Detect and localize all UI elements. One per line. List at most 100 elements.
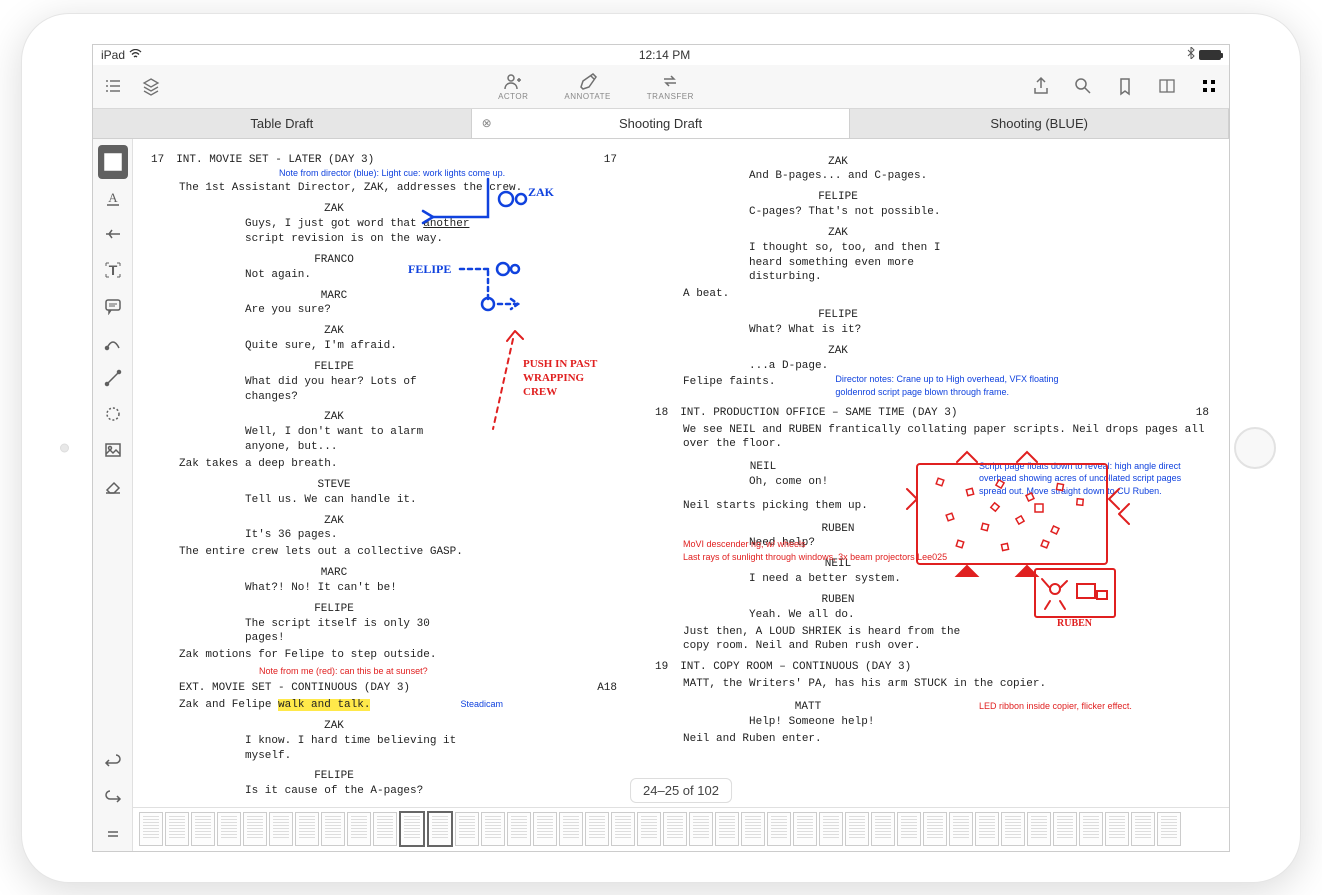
page-thumbnail[interactable] [611, 812, 635, 846]
page-thumbnail[interactable] [321, 812, 345, 846]
menu-lines-icon[interactable] [98, 817, 128, 851]
app-toolbar: ACTOR ANNOTATE TRANSFER [93, 65, 1229, 109]
layers-icon[interactable] [141, 76, 161, 96]
page-thumbnail[interactable] [455, 812, 479, 846]
page-thumbnail[interactable] [217, 812, 241, 846]
tab-table-draft[interactable]: Table Draft [93, 109, 472, 138]
note-tool[interactable] [98, 289, 128, 323]
svg-text:T: T [108, 262, 117, 278]
page-thumbnail[interactable] [1131, 812, 1155, 846]
page-thumbnail[interactable] [741, 812, 765, 846]
page-thumbnail[interactable] [139, 812, 163, 846]
action-line: Neil starts picking them up. [683, 499, 1209, 514]
page-thumbnail[interactable] [1157, 812, 1181, 846]
action-line: Zak motions for Felipe to step outside. [179, 648, 617, 663]
character-cue: FELIPE [179, 602, 489, 617]
character-cue: MARC [179, 289, 489, 304]
transfer-label: TRANSFER [647, 92, 694, 101]
circle-tool[interactable] [98, 397, 128, 431]
page-thumbnail-current[interactable] [427, 811, 453, 847]
thumbnail-strip[interactable] [133, 807, 1229, 851]
close-tab-icon[interactable]: ⊗ [482, 116, 492, 130]
script-pages[interactable]: 17INT. MOVIE SET - LATER (DAY 3)17 Note … [133, 139, 1229, 851]
scene-heading: INT. PRODUCTION OFFICE – SAME TIME (DAY … [680, 407, 957, 419]
tab-shooting-draft[interactable]: ⊗ Shooting Draft [472, 109, 851, 138]
page-thumbnail[interactable] [845, 812, 869, 846]
redo-button[interactable] [98, 781, 128, 815]
page-thumbnail[interactable] [269, 812, 293, 846]
content-area: A A T 17INT. MOVIE SET - LATE [93, 139, 1229, 851]
scene-heading: INT. MOVIE SET - LATER (DAY 3) [176, 154, 374, 166]
dialogue: Is it cause of the A-pages? [245, 784, 475, 799]
search-icon[interactable] [1073, 76, 1093, 96]
action-line: MATT, the Writers' PA, has his arm STUCK… [683, 677, 1209, 692]
outline-icon[interactable] [103, 76, 123, 96]
ipad-home-button[interactable] [1234, 427, 1276, 469]
tech-note: Last rays of sunlight through windows, 3… [683, 551, 947, 563]
transfer-button[interactable]: TRANSFER [647, 72, 694, 101]
page-thumbnail[interactable] [295, 812, 319, 846]
tab-shooting-blue[interactable]: Shooting (BLUE) [850, 109, 1229, 138]
text-tool-filled[interactable]: A [98, 145, 128, 179]
grid-icon[interactable] [1199, 76, 1219, 96]
page-thumbnail[interactable] [191, 812, 215, 846]
svg-text:A: A [108, 190, 118, 205]
page-thumbnail[interactable] [533, 812, 557, 846]
dialogue: I thought so, too, and then I heard some… [749, 241, 979, 286]
document-tabs: Table Draft ⊗ Shooting Draft Shooting (B… [93, 109, 1229, 139]
eraser-tool[interactable] [98, 469, 128, 503]
app-screen: iPad 12:14 PM ACTOR [92, 44, 1230, 852]
page-thumbnail[interactable] [481, 812, 505, 846]
page-thumbnail[interactable] [1079, 812, 1103, 846]
page-thumbnail[interactable] [663, 812, 687, 846]
page-thumbnail[interactable] [949, 812, 973, 846]
character-cue: ZAK [179, 410, 489, 425]
character-cue: RUBEN [683, 522, 993, 537]
page-thumbnail[interactable] [767, 812, 791, 846]
annotate-button[interactable]: ANNOTATE [564, 72, 610, 101]
page-thumbnail[interactable] [689, 812, 713, 846]
page-thumbnail[interactable] [637, 812, 661, 846]
share-icon[interactable] [1031, 76, 1051, 96]
actor-button[interactable]: ACTOR [498, 72, 528, 101]
page-thumbnail[interactable] [165, 812, 189, 846]
text-box-tool[interactable]: T [98, 253, 128, 287]
page-thumbnail[interactable] [559, 812, 583, 846]
ipad-device-frame: iPad 12:14 PM ACTOR [21, 13, 1301, 883]
page-thumbnail[interactable] [373, 812, 397, 846]
page-thumbnail[interactable] [897, 812, 921, 846]
action-line: Zak takes a deep breath. [179, 457, 617, 472]
page-thumbnail[interactable] [1001, 812, 1025, 846]
page-thumbnail[interactable] [1105, 812, 1129, 846]
bookmark-icon[interactable] [1115, 76, 1135, 96]
text-tool-underline[interactable]: A [98, 181, 128, 215]
script-page-right: ZAK And B-pages... and C-pages. FELIPE C… [637, 139, 1229, 851]
character-cue: FELIPE [179, 360, 489, 375]
page-thumbnail[interactable] [793, 812, 817, 846]
handwritten-label: FELIPE [408, 261, 451, 277]
page-thumbnail[interactable] [923, 812, 947, 846]
page-thumbnail[interactable] [715, 812, 739, 846]
line-tool[interactable] [98, 361, 128, 395]
page-thumbnail[interactable] [819, 812, 843, 846]
image-tool[interactable] [98, 433, 128, 467]
page-thumbnail[interactable] [975, 812, 999, 846]
facing-pages-icon[interactable] [1157, 76, 1177, 96]
page-thumbnail[interactable] [585, 812, 609, 846]
page-thumbnail[interactable] [507, 812, 531, 846]
horizontal-rule-tool[interactable] [98, 217, 128, 251]
pen-tool[interactable] [98, 325, 128, 359]
character-cue: ZAK [179, 202, 489, 217]
page-thumbnail[interactable] [871, 812, 895, 846]
page-thumbnail-current[interactable] [399, 811, 425, 847]
page-thumbnail[interactable] [1053, 812, 1077, 846]
action-line: Neil and Ruben enter. [683, 732, 1209, 747]
director-note: Steadicam [460, 699, 503, 709]
character-cue: ZAK [683, 155, 993, 170]
scene-number: 17 [151, 154, 164, 166]
page-thumbnail[interactable] [243, 812, 267, 846]
actor-label: ACTOR [498, 92, 528, 101]
undo-button[interactable] [98, 745, 128, 779]
page-thumbnail[interactable] [347, 812, 371, 846]
page-thumbnail[interactable] [1027, 812, 1051, 846]
